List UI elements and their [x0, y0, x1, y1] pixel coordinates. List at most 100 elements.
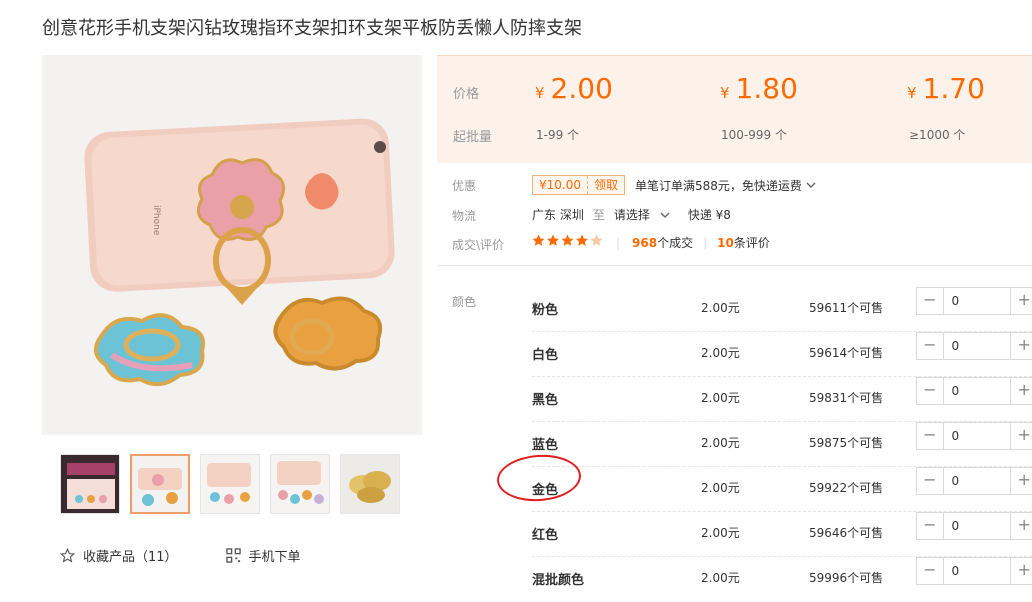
- deals-count[interactable]: 968: [632, 236, 657, 250]
- reviews-count[interactable]: 10: [717, 236, 734, 250]
- quantity-input[interactable]: 0: [942, 513, 1012, 539]
- thumbnail-1[interactable]: [130, 454, 190, 514]
- decrement-button[interactable]: −: [917, 558, 943, 584]
- sku-price: 2.00元: [701, 391, 740, 405]
- quantity-input[interactable]: 0: [942, 288, 1012, 314]
- quantity-input[interactable]: 0: [942, 423, 1012, 449]
- deals-suffix: 个成交: [657, 236, 694, 250]
- shipping-fee: 快递 ¥8: [687, 208, 731, 222]
- tier-qty: 1-99 个: [536, 128, 580, 142]
- sku-color: 黑色: [532, 393, 559, 408]
- star-outline-icon: [60, 548, 75, 563]
- increment-button[interactable]: +: [1011, 558, 1032, 584]
- sku-color: 混批颜色: [532, 573, 585, 588]
- sku-price: 2.00元: [701, 301, 740, 315]
- mobile-order-button[interactable]: 手机下单: [225, 546, 301, 565]
- price-panel: 价格 起批量 ¥2.00 1-99 个 ¥1.80 100-999 个 ¥1.7…: [437, 55, 1032, 163]
- sku-stock: 59614个可售: [809, 346, 884, 360]
- decrement-button[interactable]: −: [917, 288, 943, 314]
- thumbnail-4[interactable]: [340, 454, 400, 514]
- tier-qty: ≥1000 个: [909, 128, 966, 142]
- sku-price: 2.00元: [701, 481, 740, 495]
- qr-code-icon: [225, 548, 241, 563]
- reviews-suffix: 条评价: [733, 236, 770, 250]
- quantity-stepper: − 0 +: [916, 422, 1032, 450]
- sku-stock: 59875个可售: [809, 436, 884, 450]
- decrement-button[interactable]: −: [917, 378, 943, 404]
- coupon-claim-button[interactable]: 领取: [587, 176, 624, 194]
- thumbnail-3[interactable]: [270, 454, 330, 514]
- decrement-button[interactable]: −: [917, 513, 943, 539]
- sku-color: 白色: [532, 348, 559, 363]
- decrement-button[interactable]: −: [917, 333, 943, 359]
- color-label: 颜色: [452, 295, 477, 309]
- tier-price: 1.70: [922, 72, 985, 105]
- sku-stock: 59611个可售: [809, 301, 884, 315]
- increment-button[interactable]: +: [1011, 513, 1032, 539]
- increment-button[interactable]: +: [1011, 468, 1032, 494]
- sku-color: 蓝色: [532, 438, 559, 453]
- destination-select[interactable]: 请选择: [614, 206, 650, 223]
- tier-price: 1.80: [735, 72, 798, 105]
- product-actions: 收藏产品（11） 手机下单: [60, 546, 349, 565]
- promo-row: ¥10.00 领取 单笔订单满588元，免快递运费: [532, 175, 816, 195]
- deals-row: | 968 个成交 | 10 条评价: [532, 234, 770, 251]
- increment-button[interactable]: +: [1011, 378, 1032, 404]
- currency-symbol: ¥: [720, 84, 730, 102]
- quantity-stepper: − 0 +: [916, 287, 1032, 315]
- quantity-input[interactable]: 0: [942, 333, 1012, 359]
- to-label: 至: [592, 208, 605, 222]
- chevron-down-icon[interactable]: [806, 180, 816, 190]
- logistics-label: 物流: [452, 209, 477, 223]
- sku-stock: 59831个可售: [809, 391, 884, 405]
- favorite-button[interactable]: 收藏产品（11）: [60, 546, 178, 565]
- quantity-input[interactable]: 0: [942, 558, 1012, 584]
- quantity-stepper: − 0 +: [916, 512, 1032, 540]
- product-title: 创意花形手机支架闪钻玫瑰指环支架扣环支架平板防丢懒人防摔支架: [42, 18, 582, 39]
- promo-text: 单笔订单满588元，免快递运费: [635, 178, 802, 193]
- sku-row-white: 白色 2.00元 59614个可售 − 0 +: [532, 332, 1032, 377]
- increment-button[interactable]: +: [1011, 288, 1032, 314]
- sku-row-blue: 蓝色 2.00元 59875个可售 − 0 +: [532, 422, 1032, 467]
- sku-color: 粉色: [532, 303, 559, 318]
- quantity-stepper: − 0 +: [916, 467, 1032, 495]
- quantity-stepper: − 0 +: [916, 557, 1032, 585]
- logistics-row: 广东 深圳 至 请选择 快递 ¥8: [532, 206, 731, 223]
- thumbnail-2[interactable]: [200, 454, 260, 514]
- coupon-badge[interactable]: ¥10.00 领取: [532, 175, 626, 195]
- sku-row-mixed: 混批颜色 2.00元 59996个可售 − 0 +: [532, 557, 1032, 602]
- quantity-input[interactable]: 0: [942, 378, 1012, 404]
- chevron-down-icon[interactable]: [660, 210, 670, 220]
- sku-row-red: 红色 2.00元 59646个可售 − 0 +: [532, 512, 1032, 557]
- sku-row-pink: 粉色 2.00元 59611个可售 − 0 +: [532, 287, 1032, 332]
- sku-row-gold: 金色 2.00元 59922个可售 − 0 +: [532, 467, 1032, 512]
- quantity-stepper: − 0 +: [916, 332, 1032, 360]
- currency-symbol: ¥: [907, 84, 917, 102]
- favorite-label: 收藏产品（11）: [83, 550, 178, 565]
- quantity-input[interactable]: 0: [942, 468, 1012, 494]
- price-tier-2: ¥1.80: [720, 72, 798, 105]
- deals-label: 成交\评价: [452, 238, 505, 252]
- increment-button[interactable]: +: [1011, 423, 1032, 449]
- sku-stock: 59996个可售: [809, 571, 884, 585]
- coupon-amount: ¥10.00: [539, 178, 581, 192]
- svg-text:iPhone: iPhone: [151, 205, 161, 236]
- sku-color: 红色: [532, 528, 559, 543]
- main-product-image[interactable]: iPhone: [42, 55, 422, 435]
- decrement-button[interactable]: −: [917, 468, 943, 494]
- mobile-order-label: 手机下单: [248, 550, 301, 565]
- tier-price: 2.00: [550, 72, 613, 105]
- sku-row-black: 黑色 2.00元 59831个可售 − 0 +: [532, 377, 1032, 422]
- sku-price: 2.00元: [701, 436, 740, 450]
- decrement-button[interactable]: −: [917, 423, 943, 449]
- sku-stock: 59646个可售: [809, 526, 884, 540]
- sku-stock: 59922个可售: [809, 481, 884, 495]
- min-order-label: 起批量: [453, 130, 493, 145]
- thumbnail-0[interactable]: [60, 454, 120, 514]
- section-divider: [437, 265, 1032, 266]
- increment-button[interactable]: +: [1011, 333, 1032, 359]
- promo-label: 优惠: [452, 179, 477, 193]
- quantity-stepper: − 0 +: [916, 377, 1032, 405]
- price-label: 价格: [453, 87, 480, 102]
- origin-city: 广东 深圳: [532, 208, 584, 222]
